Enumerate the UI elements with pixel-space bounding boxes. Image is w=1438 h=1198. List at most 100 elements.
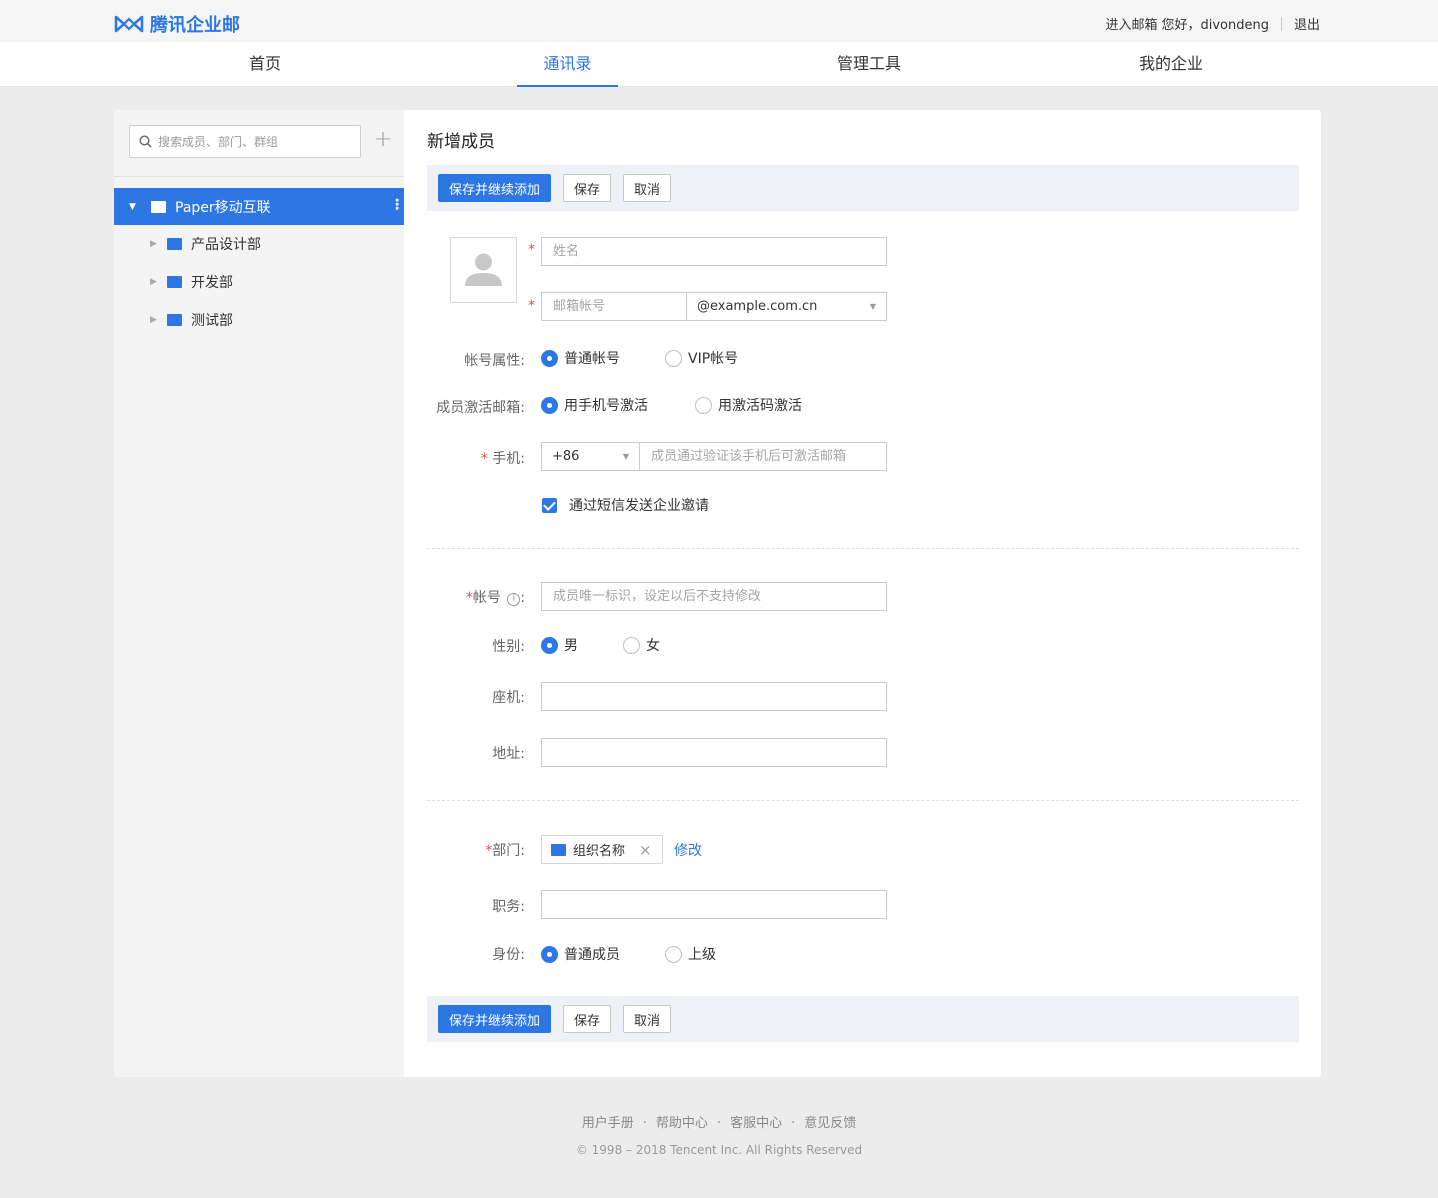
required-mark: * (528, 242, 535, 258)
caret-right-icon[interactable]: ▶ (150, 277, 162, 287)
caret-down-icon[interactable]: ▼ (129, 202, 141, 212)
department-tag-label: 组织名称 (573, 844, 626, 859)
nav-my-company[interactable]: 我的企业 (1121, 42, 1221, 87)
email-domain-select[interactable]: @example.com.cn ▼ (687, 293, 886, 320)
radio-female[interactable]: 女 (623, 635, 660, 655)
edit-department-link[interactable]: 修改 (674, 840, 702, 860)
radio-unchecked-icon (623, 636, 640, 654)
activation-label: 成员激活邮箱: (436, 400, 525, 416)
landline-field[interactable] (541, 682, 887, 711)
cancel-button[interactable]: 取消 (623, 1005, 672, 1033)
enter-mailbox-link[interactable]: 进入邮箱 (1105, 14, 1157, 33)
email-field[interactable]: @example.com.cn ▼ (541, 292, 887, 321)
footer-link-manual[interactable]: 用户手册 (582, 1116, 634, 1131)
country-code-select[interactable]: +86 ▼ (542, 443, 639, 470)
save-and-continue-button[interactable]: 保存并继续添加 (438, 1005, 552, 1033)
radio-checked-icon (541, 945, 558, 963)
gender-label: 性别: (492, 639, 525, 655)
separator (1280, 16, 1282, 31)
radio-vip-account[interactable]: VIP帐号 (665, 348, 738, 368)
account-type-group: 普通帐号 VIP帐号 (541, 348, 738, 368)
department-label: *部门: (485, 843, 525, 859)
identity-label: 身份: (492, 947, 525, 963)
footer-link-help[interactable]: 帮助中心 (656, 1116, 708, 1131)
nav-home[interactable]: 首页 (215, 42, 315, 87)
app-logo[interactable]: 腾讯企业邮 (114, 11, 240, 37)
cancel-button[interactable]: 取消 (623, 174, 672, 202)
tree-item-dev[interactable]: ▶ 开发部 (114, 263, 404, 301)
caret-right-icon[interactable]: ▶ (150, 315, 162, 325)
activation-group: 用手机号激活 用激活码激活 (541, 395, 802, 415)
account-type-label: 帐号属性: (464, 353, 525, 369)
user-greeting: 您好，divondeng (1161, 18, 1269, 33)
landline-label: 座机: (492, 690, 525, 706)
save-button[interactable]: 保存 (563, 174, 612, 202)
more-vertical-icon[interactable]: ⋮ (390, 197, 404, 213)
sms-invite-checkbox[interactable]: 通过短信发送企业邀请 (542, 495, 709, 515)
nav-contacts[interactable]: 通讯录 (517, 42, 618, 87)
phone-input[interactable] (640, 443, 886, 470)
user-silhouette-icon (465, 253, 502, 286)
logo-text: 腾讯企业邮 (150, 15, 240, 36)
email-domain-value: @example.com.cn (697, 299, 818, 314)
account-id-label: *帐号 i: (465, 590, 525, 606)
name-field[interactable] (541, 237, 887, 266)
landline-input[interactable] (542, 683, 886, 710)
save-button[interactable]: 保存 (563, 1005, 612, 1033)
department-tag: 组织名称 × (541, 835, 663, 864)
save-and-continue-button[interactable]: 保存并继续添加 (438, 174, 552, 202)
radio-checked-icon (541, 636, 558, 654)
bottom-action-bar: 保存并继续添加 保存 取消 (427, 996, 1299, 1042)
caret-right-icon[interactable]: ▶ (150, 239, 162, 249)
radio-checked-icon (541, 349, 558, 367)
radio-superior[interactable]: 上级 (665, 944, 716, 964)
gender-group: 男 女 (541, 635, 660, 655)
account-id-field[interactable] (541, 582, 887, 611)
user-menu: 进入邮箱 您好，divondeng 退出 (1105, 14, 1320, 33)
chevron-down-icon: ▼ (622, 452, 629, 461)
search-input[interactable] (158, 134, 348, 149)
close-icon[interactable]: × (639, 841, 652, 859)
avatar-upload[interactable] (450, 237, 517, 303)
search-icon (139, 135, 152, 148)
footer-link-support[interactable]: 客服中心 (730, 1116, 782, 1131)
address-label: 地址: (492, 746, 525, 762)
radio-activate-by-phone[interactable]: 用手机号激活 (541, 395, 695, 415)
radio-unchecked-icon (665, 945, 682, 963)
radio-normal-member[interactable]: 普通成员 (541, 944, 665, 964)
info-icon[interactable]: i (507, 593, 521, 606)
tree-root-company[interactable]: ▼ Paper移动互联 ⋮ (114, 188, 404, 225)
address-field[interactable] (541, 738, 887, 767)
section-divider (427, 800, 1299, 801)
email-account-input[interactable] (542, 293, 686, 320)
radio-unchecked-icon (695, 396, 712, 414)
phone-field[interactable]: +86 ▼ (541, 442, 887, 471)
org-sidebar: + ▼ Paper移动互联 ⋮ ▶ 产品设计部 ▶ 开发部 ▶ 测试部 (114, 110, 404, 1077)
tree-item-product-design[interactable]: ▶ 产品设计部 (114, 225, 404, 263)
phone-label: * 手机: (480, 451, 525, 467)
chevron-down-icon: ▼ (869, 302, 876, 311)
logo-icon (114, 15, 144, 33)
position-label: 职务: (492, 899, 525, 915)
position-input[interactable] (542, 891, 886, 918)
name-input[interactable] (542, 238, 886, 265)
search-box[interactable] (129, 125, 361, 158)
add-icon[interactable]: + (372, 129, 394, 152)
radio-normal-account[interactable]: 普通帐号 (541, 348, 665, 368)
country-code-value: +86 (552, 449, 580, 464)
folder-icon (551, 843, 566, 856)
account-id-input[interactable] (542, 583, 886, 610)
address-input[interactable] (542, 739, 886, 766)
tree-item-qa[interactable]: ▶ 测试部 (114, 301, 404, 339)
position-field[interactable] (541, 890, 887, 919)
sidebar-divider (114, 176, 404, 177)
folder-icon (151, 200, 166, 213)
radio-unchecked-icon (665, 349, 682, 367)
logout-link[interactable]: 退出 (1294, 14, 1320, 33)
tree-item-label: 产品设计部 (191, 237, 261, 253)
footer-link-feedback[interactable]: 意见反馈 (804, 1116, 856, 1131)
nav-admin-tools[interactable]: 管理工具 (819, 42, 919, 87)
radio-male[interactable]: 男 (541, 635, 623, 655)
checkbox-checked-icon (542, 497, 557, 513)
radio-activate-by-code[interactable]: 用激活码激活 (695, 395, 802, 415)
